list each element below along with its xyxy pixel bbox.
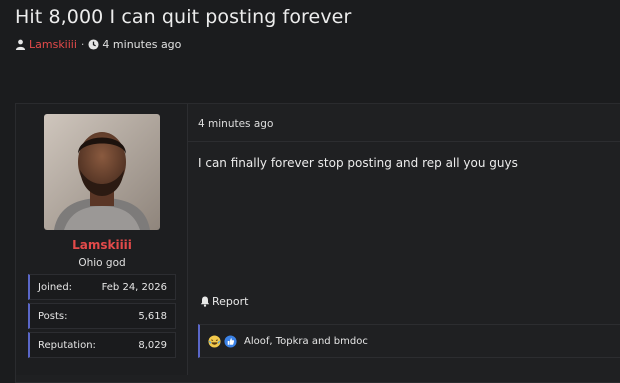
like-thumb-icon — [224, 334, 237, 348]
thread-author-link[interactable]: Lamskiiii — [29, 38, 77, 51]
post-body: 4 minutes ago I can finally forever stop… — [188, 104, 620, 375]
stat-value: Feb 24, 2026 — [101, 282, 167, 293]
post-time[interactable]: 4 minutes ago — [198, 118, 273, 130]
user-panel: Lamskiiii Ohio god Joined: Feb 24, 2026 … — [16, 104, 188, 375]
divider — [188, 141, 620, 142]
thread-title: Hit 8,000 I can quit posting forever — [15, 6, 352, 28]
stat-label: Posts: — [38, 311, 68, 322]
user-stats: Joined: Feb 24, 2026 Posts: 5,618 Reputa… — [28, 274, 176, 361]
reaction-users[interactable]: Aloof, Topkra and bmdoc — [244, 336, 368, 347]
stat-value: 5,618 — [138, 311, 167, 322]
stat-joined: Joined: Feb 24, 2026 — [28, 274, 176, 300]
avatar[interactable] — [44, 114, 160, 230]
user-name[interactable]: Lamskiiii — [16, 238, 188, 252]
stat-label: Reputation: — [38, 340, 96, 351]
bell-icon — [200, 296, 210, 307]
meta-separator: · — [80, 38, 85, 51]
laughing-emoji-icon — [208, 334, 221, 348]
thread-meta: Lamskiiii · 4 minutes ago — [15, 38, 181, 51]
reactions-bar[interactable]: Aloof, Topkra and bmdoc — [198, 324, 620, 358]
post-message: I can finally forever stop posting and r… — [198, 156, 518, 170]
stat-reputation: Reputation: 8,029 — [28, 332, 176, 358]
stat-posts: Posts: 5,618 — [28, 303, 176, 329]
thread-header: Hit 8,000 I can quit posting forever Lam… — [0, 0, 620, 100]
stat-label: Joined: — [38, 282, 73, 293]
stat-value: 8,029 — [138, 340, 167, 351]
clock-icon — [88, 39, 99, 50]
user-title: Ohio god — [78, 257, 126, 269]
user-icon — [15, 39, 26, 50]
thread-time[interactable]: 4 minutes ago — [102, 38, 181, 51]
report-label: Report — [212, 295, 249, 308]
report-button[interactable]: Report — [200, 295, 248, 308]
post: Lamskiiii Ohio god Joined: Feb 24, 2026 … — [15, 103, 620, 383]
